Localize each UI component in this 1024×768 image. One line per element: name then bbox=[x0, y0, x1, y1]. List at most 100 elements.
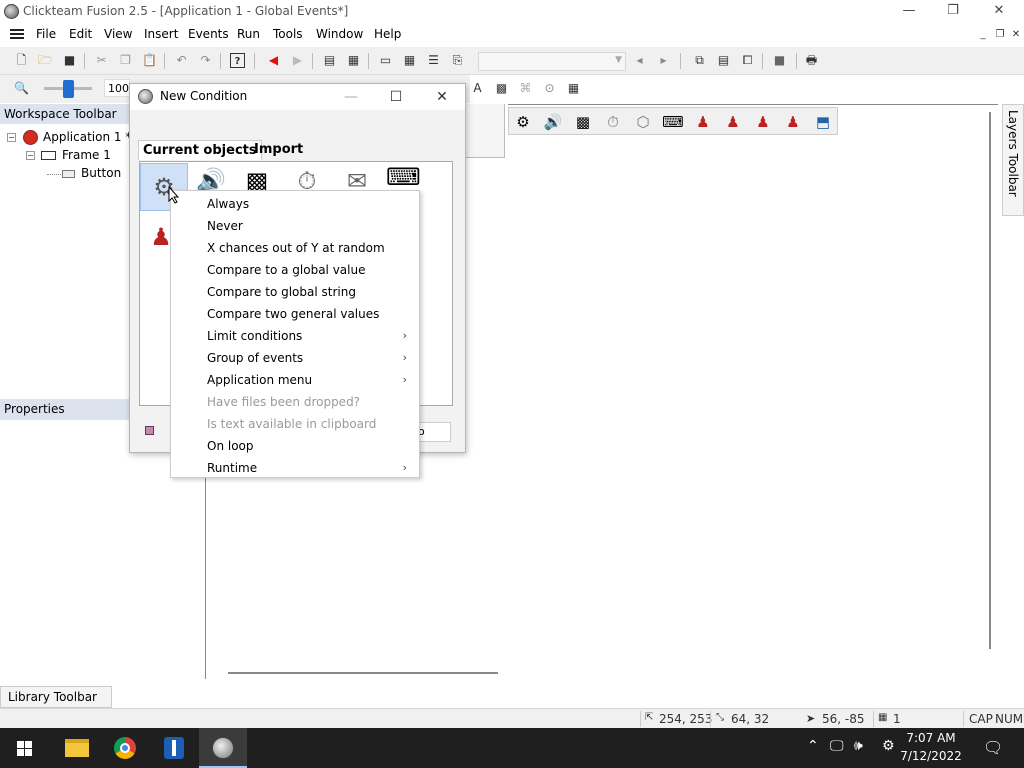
tree-item-button[interactable]: Button bbox=[81, 166, 121, 180]
dialog-maximize-button[interactable]: ☐ bbox=[381, 86, 411, 108]
checkerboard-icon[interactable]: ▩ bbox=[494, 81, 509, 96]
gear-icon[interactable]: ⚙ bbox=[511, 111, 535, 133]
menu-item-compare-to-a-global-value[interactable]: Compare to a global value bbox=[171, 260, 419, 282]
tree-item-frame[interactable]: Frame 1 bbox=[62, 148, 111, 162]
speaker-icon[interactable]: 🔊 bbox=[541, 111, 565, 133]
notification-icon[interactable]: 🗨 bbox=[983, 738, 1003, 757]
keyboard-icon[interactable]: ⌨ bbox=[386, 162, 421, 192]
create-object-icon[interactable]: ⬡ bbox=[631, 111, 655, 133]
menu-item-application-menu[interactable]: Application menu › bbox=[171, 370, 419, 392]
storyboard-controls-icon[interactable]: ▩ bbox=[571, 111, 595, 133]
menu-help[interactable]: Help bbox=[374, 27, 401, 41]
prev-frame-icon[interactable]: ◂ bbox=[632, 53, 647, 68]
filter-icon[interactable] bbox=[145, 426, 154, 435]
tab-current-objects[interactable]: Current objects bbox=[138, 140, 262, 160]
frame-select[interactable]: ▼ bbox=[478, 52, 626, 71]
menu-file[interactable]: File bbox=[36, 27, 56, 41]
zoom-icon[interactable]: 🔍 bbox=[14, 81, 29, 96]
frame-editor-icon[interactable]: ▭ bbox=[378, 53, 393, 68]
menu-item-never[interactable]: Never bbox=[171, 216, 419, 238]
button-object-column-icon[interactable]: ⬒ bbox=[811, 111, 835, 133]
menu-item-always[interactable]: Always bbox=[171, 194, 419, 216]
event-grid-icon[interactable]: ▦ bbox=[346, 53, 361, 68]
run-frame-icon[interactable]: ▤ bbox=[716, 53, 731, 68]
forward-icon[interactable]: ▶ bbox=[290, 53, 305, 68]
menu-tools[interactable]: Tools bbox=[273, 27, 303, 41]
file-explorer-button[interactable] bbox=[52, 728, 100, 768]
next-frame-icon[interactable]: ▸ bbox=[656, 53, 671, 68]
mdi-restore-button[interactable]: ❐ bbox=[992, 29, 1008, 40]
data-elements-icon[interactable]: ⎘ bbox=[450, 53, 465, 68]
maximize-button[interactable]: ❐ bbox=[930, 0, 976, 23]
layer-icon[interactable]: ⌘ bbox=[518, 81, 533, 96]
help-icon[interactable]: ? bbox=[230, 53, 245, 68]
paste-icon[interactable]: 📋 bbox=[142, 53, 157, 68]
editor-horizontal-scrollbar[interactable] bbox=[228, 672, 498, 674]
run-application-icon[interactable]: ⧉ bbox=[692, 53, 707, 68]
storyboard-icon[interactable]: ▤ bbox=[322, 53, 337, 68]
tree-expander[interactable]: − bbox=[26, 151, 35, 160]
menu-insert[interactable]: Insert bbox=[144, 27, 178, 41]
menu-edit[interactable]: Edit bbox=[69, 27, 92, 41]
layers-toolbar-tab[interactable]: Layers Toolbar bbox=[1002, 104, 1024, 216]
keyboard-icon[interactable]: ⌨ bbox=[661, 111, 685, 133]
menu-item-compare-to-global-string[interactable]: Compare to global string bbox=[171, 282, 419, 304]
tab-import[interactable]: Import bbox=[254, 142, 303, 157]
player-2-icon[interactable]: ♟ bbox=[721, 111, 745, 133]
copy-icon[interactable]: ❐ bbox=[118, 53, 133, 68]
taskbar-app-button[interactable] bbox=[150, 728, 198, 768]
dialog-minimize-button[interactable]: — bbox=[336, 86, 366, 108]
clickteam-fusion-taskbar-button[interactable] bbox=[199, 728, 247, 768]
menu-item-group-of-events[interactable]: Group of events › bbox=[171, 348, 419, 370]
redo-icon[interactable]: ↷ bbox=[198, 53, 213, 68]
chevron-up-icon[interactable]: ⌃ bbox=[807, 738, 819, 754]
run-in-browser-icon[interactable]: ⧠ bbox=[740, 53, 755, 68]
menu-window[interactable]: Window bbox=[316, 27, 363, 41]
menu-item-x-chances-out-of-y-at-random[interactable]: X chances out of Y at random bbox=[171, 238, 419, 260]
network-icon[interactable]: 🖵 bbox=[830, 738, 844, 754]
chrome-button[interactable] bbox=[101, 728, 149, 768]
volume-icon[interactable]: 🕪 bbox=[854, 738, 863, 754]
new-file-icon[interactable]: 🗋 bbox=[14, 53, 29, 68]
tree-expander[interactable]: − bbox=[7, 133, 16, 142]
event-editor-icon[interactable]: ▦ bbox=[402, 53, 417, 68]
menu-item-runtime[interactable]: Runtime › bbox=[171, 458, 419, 480]
open-folder-icon[interactable]: 🗁 bbox=[38, 53, 53, 68]
menu-run[interactable]: Run bbox=[237, 27, 260, 41]
editor-vertical-scrollbar[interactable] bbox=[989, 112, 991, 649]
text-tool-icon[interactable]: A bbox=[470, 81, 485, 96]
player-4-icon[interactable]: ♟ bbox=[781, 111, 805, 133]
build-icon[interactable]: 🖶 bbox=[804, 53, 819, 68]
system-menu-icon[interactable] bbox=[10, 29, 24, 39]
start-button[interactable] bbox=[0, 728, 48, 768]
visibility-icon[interactable]: ⊙ bbox=[542, 81, 557, 96]
player-1-icon[interactable]: ♟ bbox=[691, 111, 715, 133]
mdi-minimize-button[interactable]: _ bbox=[975, 29, 991, 40]
clock-date[interactable]: 7/12/2022 bbox=[896, 749, 966, 763]
zoom-value-field[interactable]: 100 bbox=[104, 79, 130, 97]
clock-time[interactable]: 7:07 AM bbox=[896, 731, 966, 745]
dialog-action-button[interactable]: o bbox=[415, 422, 451, 442]
mdi-close-button[interactable]: ✕ bbox=[1008, 29, 1024, 40]
tree-item-application[interactable]: Application 1 * bbox=[43, 130, 131, 144]
menu-events[interactable]: Events bbox=[188, 27, 229, 41]
back-icon[interactable]: ◀ bbox=[266, 53, 281, 68]
library-toolbar-tab[interactable]: Library Toolbar bbox=[0, 686, 112, 708]
grid-icon[interactable]: ▦ bbox=[566, 81, 581, 96]
menu-item-on-loop[interactable]: On loop bbox=[171, 436, 419, 458]
close-button[interactable]: ✕ bbox=[976, 0, 1022, 23]
undo-icon[interactable]: ↶ bbox=[174, 53, 189, 68]
cut-icon[interactable]: ✂ bbox=[94, 53, 109, 68]
minimize-button[interactable]: — bbox=[886, 0, 932, 23]
player-3-icon[interactable]: ♟ bbox=[751, 111, 775, 133]
event-list-icon[interactable]: ☰ bbox=[426, 53, 441, 68]
zoom-slider-thumb[interactable] bbox=[63, 80, 74, 98]
settings-gear-icon[interactable]: ⚙ bbox=[882, 738, 895, 754]
dialog-close-button[interactable]: ✕ bbox=[427, 86, 457, 108]
menu-view[interactable]: View bbox=[104, 27, 132, 41]
save-icon[interactable]: ■ bbox=[62, 53, 77, 68]
timer-icon[interactable]: ⏱ bbox=[601, 111, 625, 133]
menu-item-compare-two-general-values[interactable]: Compare two general values bbox=[171, 304, 419, 326]
stop-icon[interactable]: ■ bbox=[772, 53, 787, 68]
menu-item-limit-conditions[interactable]: Limit conditions › bbox=[171, 326, 419, 348]
